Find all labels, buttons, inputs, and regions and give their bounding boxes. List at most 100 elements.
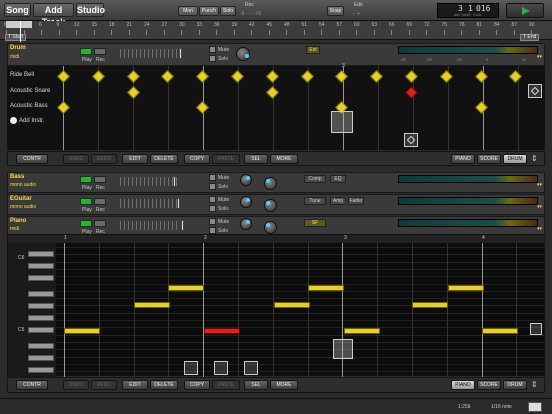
selected-note[interactable] [204, 328, 240, 334]
quantize-value[interactable]: 1/16 note [491, 404, 512, 410]
midi-note[interactable] [134, 302, 170, 308]
song-button[interactable]: Song [4, 3, 31, 17]
note-handle[interactable] [214, 361, 228, 375]
contr-button[interactable]: CONTR [16, 380, 48, 390]
add-instrument-button[interactable]: Add Instr. [19, 118, 75, 124]
paste-button[interactable]: PASTE [212, 154, 240, 164]
mute-checkbox[interactable] [209, 218, 216, 225]
drum-pan-knob[interactable] [236, 47, 250, 61]
score-view-button[interactable]: SCORE [477, 380, 501, 390]
score-view-button[interactable]: SCORE [477, 154, 501, 164]
volume-fader[interactable] [120, 177, 178, 186]
piano-keyboard[interactable] [8, 243, 56, 377]
drum-view-button[interactable]: DRUM [503, 380, 527, 390]
undo-button[interactable]: UNDO [63, 154, 89, 164]
drum-ext-button[interactable]: Ext [306, 46, 320, 54]
piano-roll[interactable]: C6 C5 1 2 3 4 [7, 234, 546, 377]
drum-hit[interactable] [231, 70, 244, 83]
mute-checkbox[interactable] [209, 174, 216, 181]
volume-fader[interactable] [120, 221, 178, 230]
volume-fader[interactable] [120, 199, 178, 208]
fx-button[interactable]: EQ [330, 175, 346, 183]
note-handle[interactable] [244, 361, 258, 375]
piano-key[interactable] [28, 343, 54, 349]
drum-row-label[interactable]: Acoustic Snare [10, 88, 66, 94]
fader-knob[interactable] [177, 198, 180, 209]
resize-icon[interactable]: ⇕ [531, 155, 541, 164]
send-knob[interactable] [264, 177, 277, 190]
solo-button[interactable]: Solo [220, 6, 236, 16]
add-instrument-icon[interactable] [10, 117, 17, 124]
midi-note[interactable] [448, 285, 484, 291]
midi-note[interactable] [168, 285, 204, 291]
fx-button[interactable]: Amp [330, 197, 346, 205]
drum-track-selector[interactable]: ▾▾ [537, 54, 542, 60]
undo-button[interactable]: UNDO [63, 380, 89, 390]
midi-note[interactable] [412, 302, 448, 308]
track-eguitar[interactable]: EGuitar mono audio ▾▾ Play Rec Mute Solo Tune Am… [7, 194, 545, 215]
drum-move-handle[interactable] [404, 133, 418, 147]
drum-hit[interactable] [265, 86, 279, 99]
rec-level-scale[interactable]: -5 -- -- +5 [240, 11, 261, 17]
drum-hit[interactable] [196, 70, 210, 83]
piano-view-button[interactable]: PIANO [451, 154, 475, 164]
edit-button[interactable]: EDIT [122, 380, 148, 390]
piano-key[interactable] [28, 303, 54, 309]
more-button[interactable]: MORE [270, 380, 298, 390]
drum-play-toggle[interactable] [80, 48, 92, 55]
rec-toggle[interactable] [94, 220, 106, 227]
pan-knob[interactable] [240, 174, 252, 186]
piano-key[interactable] [28, 275, 54, 281]
play-button[interactable] [506, 3, 544, 18]
piano-key[interactable] [28, 291, 54, 297]
drum-hit[interactable] [335, 70, 349, 83]
note-selection-handle[interactable] [333, 339, 353, 359]
drum-hit[interactable] [405, 70, 418, 83]
studio-button[interactable]: Studio [76, 3, 105, 17]
midi-note[interactable] [308, 285, 344, 291]
play-toggle[interactable] [80, 220, 92, 227]
rec-toggle[interactable] [94, 176, 106, 183]
piano-side-handle[interactable] [530, 323, 542, 335]
mute-checkbox[interactable] [209, 196, 216, 203]
end-flag[interactable]: T End [520, 34, 540, 41]
midi-note[interactable] [64, 328, 100, 334]
drum-hit[interactable] [91, 70, 105, 83]
solo-checkbox[interactable] [209, 227, 216, 234]
rec-toggle[interactable] [94, 198, 106, 205]
drum-hit[interactable] [474, 70, 488, 83]
fader-knob[interactable] [173, 176, 176, 187]
send-knob[interactable] [264, 199, 277, 212]
pan-knob[interactable] [240, 196, 252, 208]
drum-volume-fader[interactable] [120, 49, 178, 58]
solo-checkbox[interactable] [209, 205, 216, 212]
keyboard-icon[interactable] [528, 402, 542, 412]
drum-hit[interactable] [300, 70, 314, 83]
delete-button[interactable]: DELETE [150, 380, 178, 390]
fader-knob[interactable] [181, 220, 184, 231]
play-toggle[interactable] [80, 176, 92, 183]
midi-note[interactable] [482, 328, 518, 334]
drum-grid[interactable]: Ride Bell Acoustic Snare Acoustic Bass A… [7, 63, 545, 150]
more-button[interactable]: MORE [270, 154, 298, 164]
punch-button[interactable]: Punch [199, 6, 219, 16]
track-bass[interactable]: Bass mono audio ▾▾ Play Rec Mute Solo Comp EQ [7, 172, 545, 193]
playhead[interactable] [20, 21, 21, 42]
fx-button[interactable]: Fader [348, 197, 364, 205]
piano-key[interactable] [28, 251, 54, 257]
drum-mute-checkbox[interactable] [209, 46, 216, 53]
sel-button[interactable]: SEL [244, 380, 268, 390]
piano-key[interactable] [28, 367, 54, 373]
paste-button[interactable]: PASTE [212, 380, 240, 390]
snap-button[interactable]: Snap [327, 6, 344, 16]
delete-button[interactable]: DELETE [150, 154, 178, 164]
piano-key[interactable] [28, 327, 54, 333]
timeline-ruler[interactable]: 60 3 6 9 12 15 18 21 24 27 30 33 36 39 42 45 48 51 54 57 60 6… [0, 21, 552, 40]
redo-button[interactable]: REDO [91, 380, 117, 390]
piano-key[interactable] [28, 263, 54, 269]
midi-note[interactable] [274, 302, 310, 308]
drum-hit[interactable] [439, 70, 453, 83]
drum-track[interactable]: Drum midi ▾▾ Play Rec Mute Solo Ext -40 -… [7, 43, 545, 66]
fx-button[interactable]: Comp [304, 175, 326, 183]
solo-checkbox[interactable] [209, 183, 216, 190]
